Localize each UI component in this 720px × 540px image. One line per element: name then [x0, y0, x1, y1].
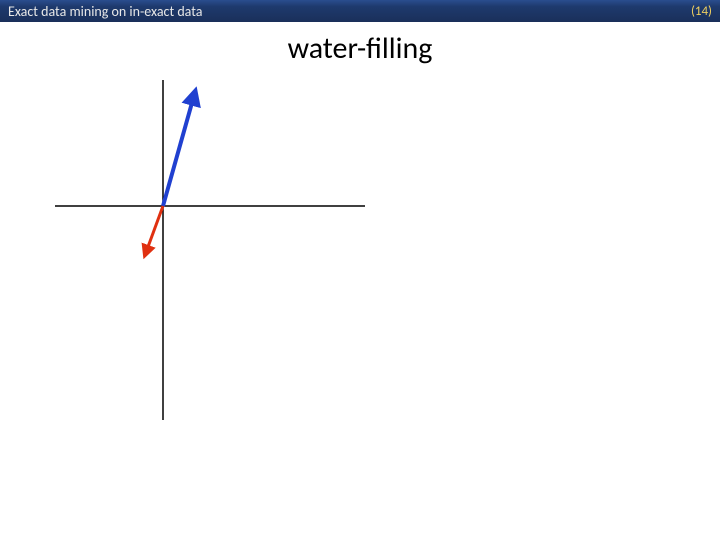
slide-title: water-filling	[0, 30, 720, 67]
vector-diagram	[55, 80, 365, 420]
blue-vector	[163, 92, 195, 206]
slide: Exact data mining on in-exact data (14) …	[0, 0, 720, 540]
page-number: (14)	[691, 4, 712, 19]
header-title: Exact data mining on in-exact data	[8, 3, 202, 20]
diagram-svg	[55, 80, 365, 420]
header-bar: Exact data mining on in-exact data (14)	[0, 0, 720, 22]
red-vector	[145, 206, 163, 255]
